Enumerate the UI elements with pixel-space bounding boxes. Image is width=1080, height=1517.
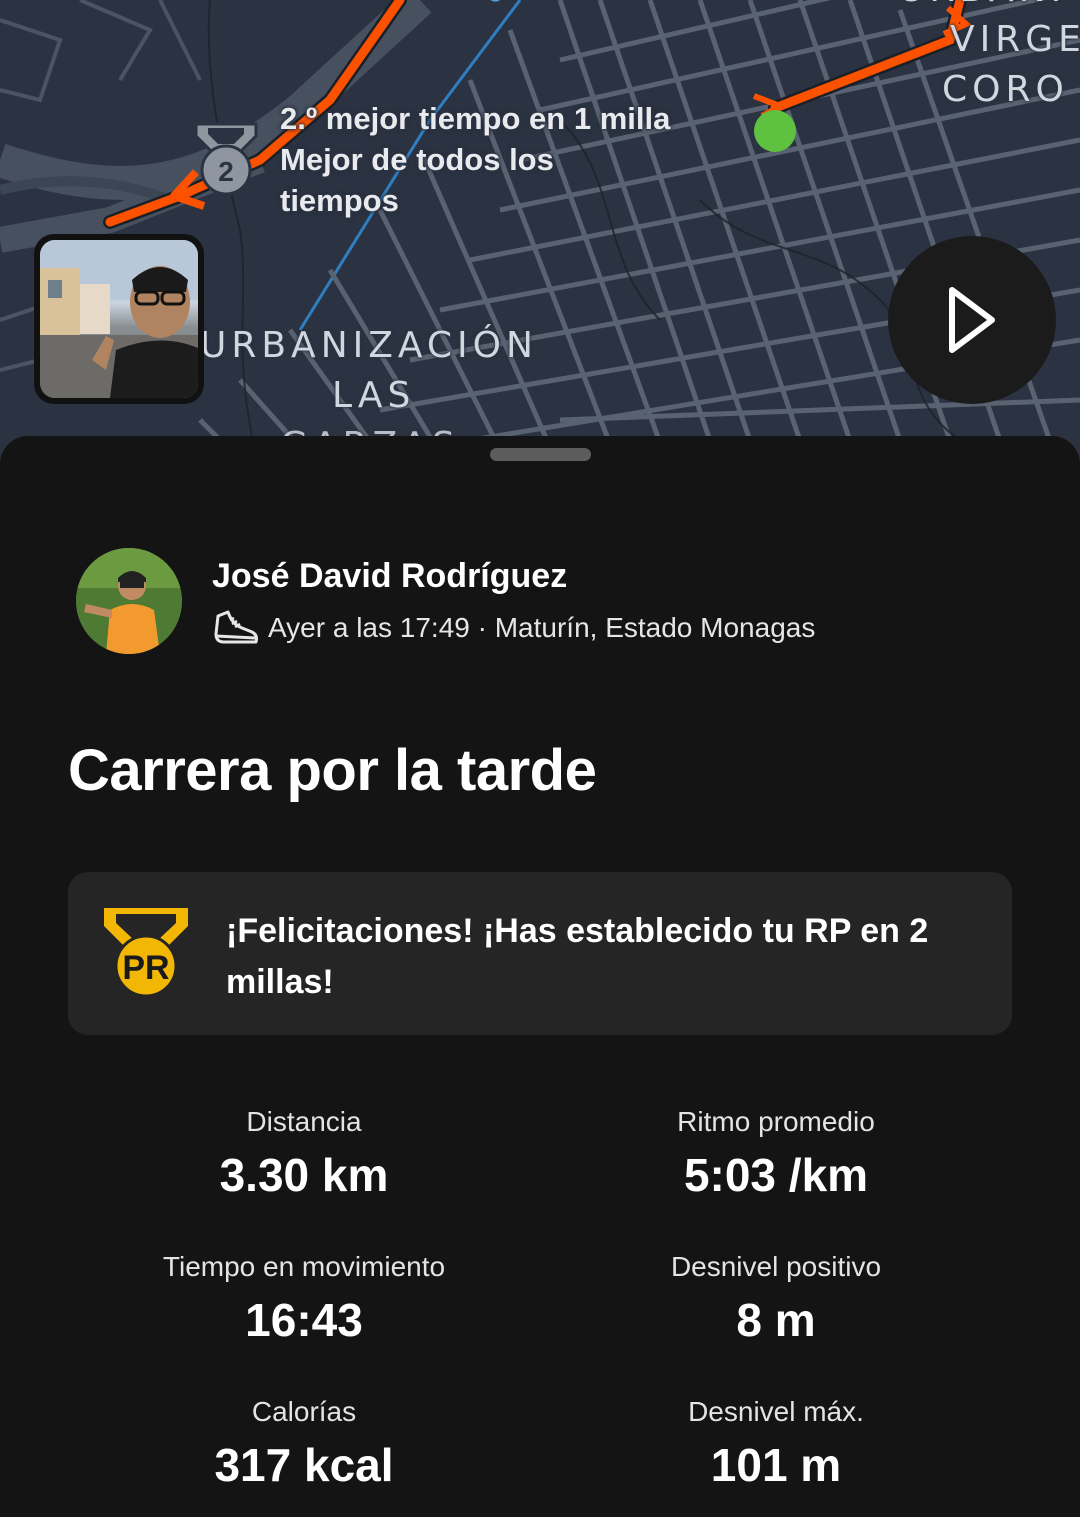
photo-image bbox=[40, 240, 198, 398]
running-shoe-icon bbox=[214, 610, 258, 644]
activity-date-location: Ayer a las 17:49 · Maturín, Estado Monag… bbox=[268, 612, 816, 643]
stat-value: 101 m bbox=[710, 1439, 842, 1491]
stat-label: Ritmo promedio bbox=[677, 1106, 875, 1137]
play-icon bbox=[949, 287, 995, 353]
stat-value: 317 kcal bbox=[214, 1439, 394, 1491]
athlete-name[interactable]: José David Rodríguez bbox=[212, 554, 567, 598]
medal-number: 2 bbox=[218, 156, 234, 187]
place-label-urbanizacion: URBANIZACIÓN bbox=[200, 325, 538, 366]
stat-label: Distancia bbox=[246, 1106, 362, 1137]
stat-value: 5:03 /km bbox=[683, 1149, 869, 1201]
achievement-message: ¡Felicitaciones! ¡Has establecido tu RP … bbox=[226, 912, 929, 1001]
achievement-card[interactable]: PR ¡Felicitaciones! ¡Has establecido tu … bbox=[68, 872, 1012, 1035]
stat-label: Calorías bbox=[251, 1396, 357, 1427]
pr-badge-text: PR bbox=[122, 949, 169, 987]
sheet-drag-handle[interactable] bbox=[490, 448, 591, 461]
stat-max-elevation: Desnivel máx. 101 m bbox=[536, 1394, 1016, 1494]
stat-value: 16:43 bbox=[245, 1294, 363, 1346]
place-label-las: LAS bbox=[332, 375, 416, 416]
segment-effort-line: tiempos bbox=[280, 183, 399, 218]
stat-value: 3.30 km bbox=[219, 1149, 389, 1201]
segment-effort-note[interactable]: 2.º mejor tiempo en 1 milla Mejor de tod… bbox=[280, 98, 720, 221]
stat-label: Desnivel positivo bbox=[670, 1251, 882, 1282]
play-flyover-button[interactable] bbox=[888, 236, 1056, 404]
pr-medal-icon: PR bbox=[104, 908, 188, 998]
stat-moving-time: Tiempo en movimiento 16:43 bbox=[64, 1249, 544, 1349]
stat-value: 8 m bbox=[736, 1294, 816, 1346]
silver-medal-icon: 2 bbox=[194, 122, 258, 196]
route-map[interactable]: Ca URBANI VIRGE CORO URBANIZACIÓN LAS GA… bbox=[0, 0, 1080, 470]
activity-details-sheet: José David Rodríguez Ayer a las 17:49 · … bbox=[0, 436, 1080, 1517]
stat-label: Tiempo en movimiento bbox=[162, 1251, 446, 1282]
stat-distance: Distancia 3.30 km bbox=[64, 1104, 544, 1204]
activity-photo-thumbnail[interactable] bbox=[34, 234, 204, 404]
stat-label: Desnivel máx. bbox=[688, 1396, 864, 1427]
stat-calories: Calorías 317 kcal bbox=[64, 1394, 544, 1494]
segment-effort-line: Mejor de todos los bbox=[280, 142, 554, 177]
avatar[interactable] bbox=[76, 548, 182, 654]
avatar-image bbox=[76, 548, 182, 654]
stat-elevation-gain: Desnivel positivo 8 m bbox=[536, 1249, 1016, 1349]
place-label-coro: CORO bbox=[942, 69, 1069, 110]
place-label-virgen: VIRGE bbox=[950, 19, 1080, 60]
activity-title: Carrera por la tarde bbox=[68, 738, 597, 803]
activity-meta: Ayer a las 17:49 · Maturín, Estado Monag… bbox=[212, 608, 815, 648]
segment-effort-line: 2.º mejor tiempo en 1 milla bbox=[280, 101, 671, 136]
place-label-urbanizacion-top: URBANI bbox=[898, 0, 1066, 14]
route-end-marker bbox=[754, 110, 796, 152]
stat-average-pace: Ritmo promedio 5:03 /km bbox=[536, 1104, 1016, 1204]
